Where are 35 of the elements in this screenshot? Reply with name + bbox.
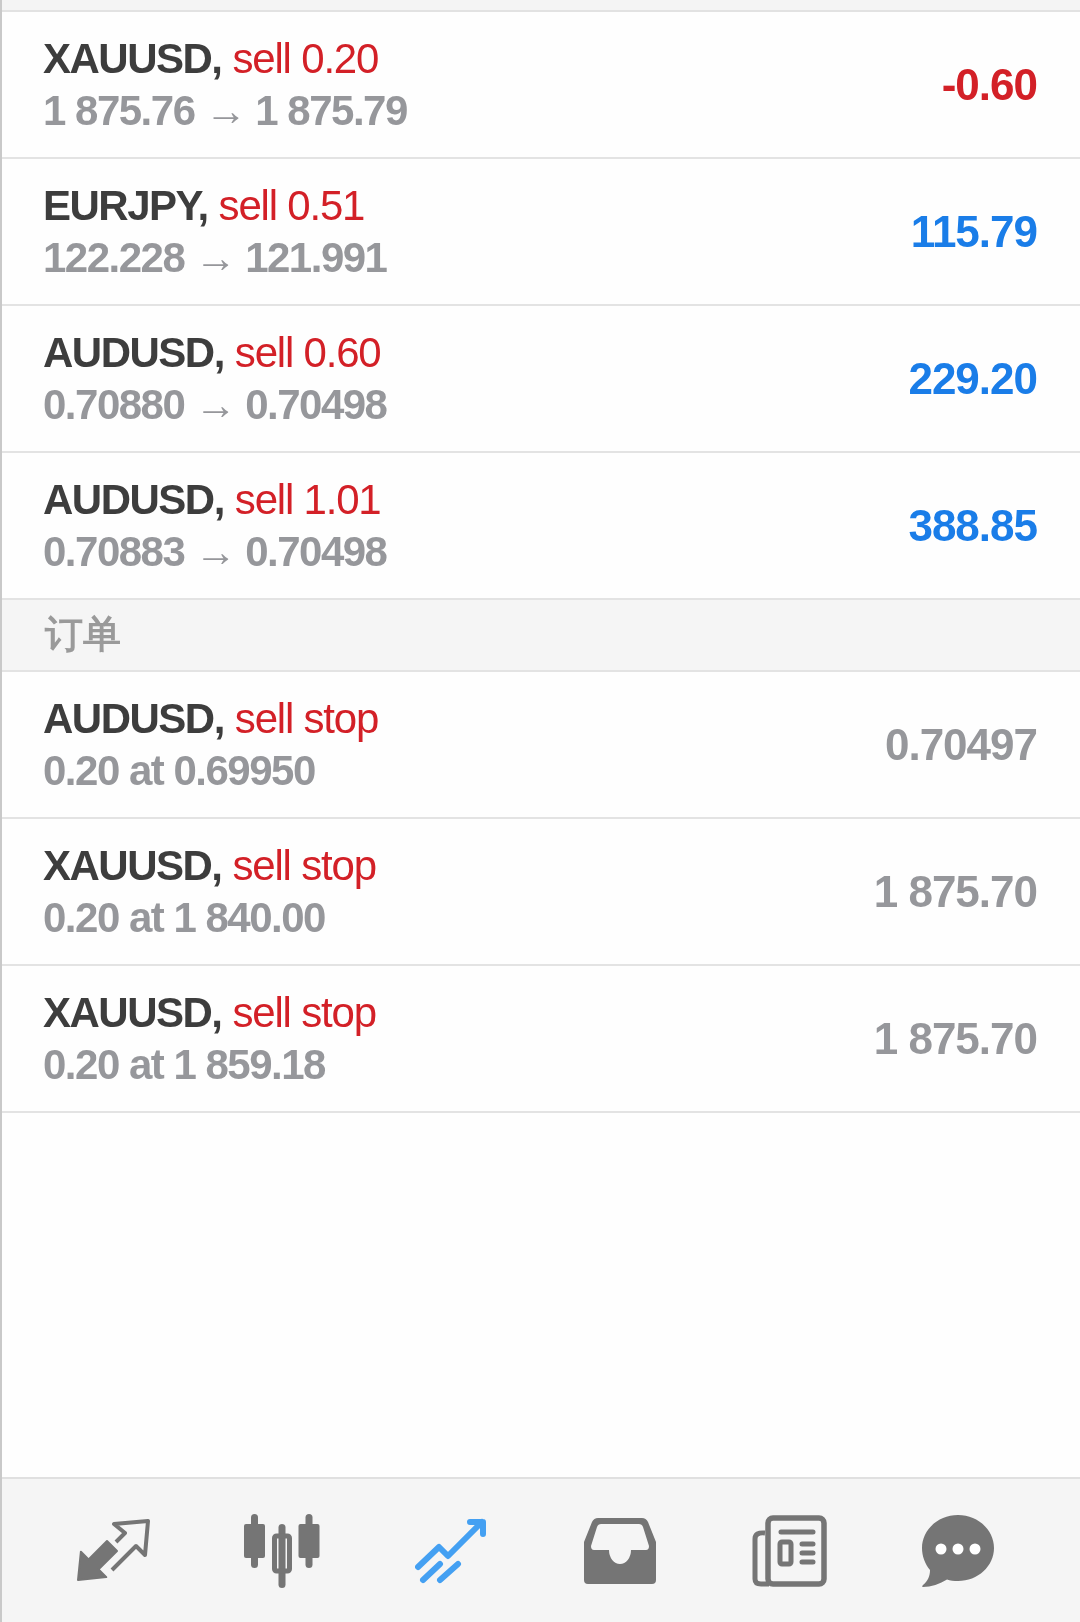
order-type-label: sell 0.20: [232, 33, 379, 84]
order-type-label: sell 1.01: [234, 474, 381, 525]
order-detail-label: 0.20 at 1 840.00: [43, 892, 326, 943]
newspaper-icon: [750, 1514, 827, 1587]
section-header: 订单: [2, 600, 1080, 672]
current-price-value: 1 875.70: [873, 866, 1037, 917]
current-price-value: 0.70497: [884, 719, 1037, 770]
current-price-value: 1 875.70: [873, 1013, 1037, 1064]
candlestick-icon: [243, 1513, 320, 1588]
profit-value: 229.20: [908, 353, 1037, 404]
order-type-label: sell stop: [232, 987, 376, 1038]
order-detail-label: 0.20 at 0.69950: [43, 745, 316, 796]
price-range-label: 0.70883 → 0.70498: [43, 526, 387, 577]
symbol-label: EURJPY,: [43, 180, 208, 231]
order-type-label: sell stop: [234, 693, 379, 744]
order-type-label: sell 0.51: [218, 180, 365, 231]
profit-value: 388.85: [908, 500, 1037, 551]
symbol-label: XAUUSD,: [43, 840, 222, 891]
symbol-label: XAUUSD,: [43, 33, 222, 84]
profit-value: -0.60: [941, 59, 1037, 110]
order-detail-label: 0.20 at 1 859.18: [43, 1039, 326, 1090]
inbox-icon: [583, 1517, 656, 1584]
order-type-label: sell 0.60: [234, 327, 381, 378]
symbol-label: AUDUSD,: [43, 327, 224, 378]
profit-value: 115.79: [910, 206, 1037, 257]
chat-icon: [921, 1514, 994, 1587]
arrows-icon: [75, 1518, 150, 1583]
trend-icon: [414, 1517, 487, 1584]
symbol-label: XAUUSD,: [43, 987, 222, 1038]
symbol-label: AUDUSD,: [43, 474, 224, 525]
symbol-label: AUDUSD,: [43, 693, 224, 744]
order-type-label: sell stop: [232, 840, 376, 891]
price-range-label: 1 875.76 → 1 875.79: [43, 85, 407, 136]
price-range-label: 0.70880 → 0.70498: [43, 379, 387, 430]
price-range-label: 122.228 → 121.991: [43, 232, 387, 283]
